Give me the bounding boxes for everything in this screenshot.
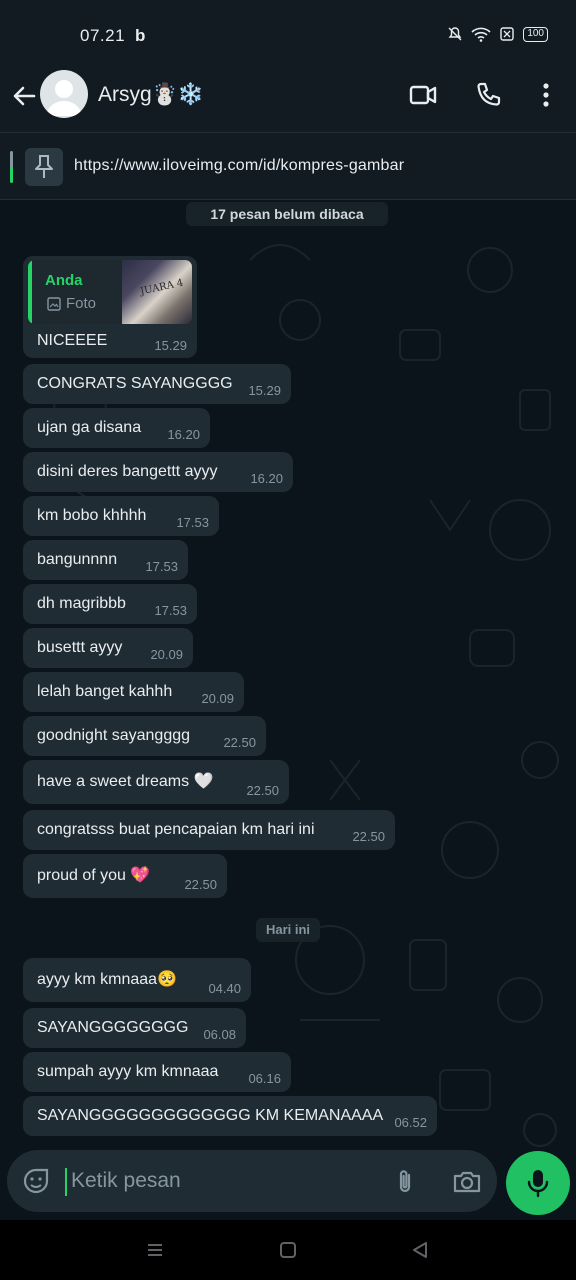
message-time: 17.53 — [176, 515, 209, 530]
voice-record-button[interactable] — [506, 1151, 570, 1215]
message-time: 16.20 — [167, 427, 200, 442]
message-bubble[interactable]: busettt ayyy 20.09 — [23, 628, 193, 668]
pinned-message-bar[interactable]: https://www.iloveimg.com/id/kompres-gamb… — [0, 132, 576, 200]
camera-icon[interactable] — [451, 1167, 483, 1197]
quote-author: Anda — [45, 272, 83, 289]
battery-indicator: 100 — [523, 26, 548, 42]
mute-icon — [448, 27, 462, 41]
message-text: dh magribbb — [37, 595, 126, 612]
message-text: lelah banget kahhh — [37, 683, 173, 700]
message-time: 20.09 — [150, 647, 183, 662]
contact-name[interactable]: Arsyg☃️❄️ — [98, 83, 204, 107]
message-text: ayyy km kmnaaa🥺 — [37, 971, 177, 988]
message-bubble[interactable]: ujan ga disana 16.20 — [23, 408, 210, 448]
message-bubble[interactable]: bangunnnn 17.53 — [23, 540, 188, 580]
message-time: 06.08 — [203, 1027, 236, 1042]
quote-accent-bar — [28, 260, 32, 324]
message-text: CONGRATS SAYANGGGG — [37, 375, 233, 392]
message-text: disini deres bangettt ayyy — [37, 463, 218, 480]
chat-header: Arsyg☃️❄️ — [0, 64, 576, 132]
message-bubble[interactable]: SAYANGGGGGGGG 06.08 — [23, 1008, 246, 1048]
message-text: sumpah ayyy km kmnaaa — [37, 1063, 219, 1080]
message-bubble[interactable]: proud of you 💖 22.50 — [23, 854, 227, 898]
message-bubble[interactable]: SAYANGGGGGGGGGGGGG KM KEMANAAAA 06.52 — [23, 1096, 437, 1136]
message-time: 22.50 — [184, 877, 217, 892]
video-call-icon[interactable] — [408, 80, 438, 110]
back-arrow-icon[interactable] — [10, 82, 38, 110]
home-icon[interactable] — [276, 1238, 300, 1262]
message-bubble[interactable]: goodnight sayangggg 22.50 — [23, 716, 266, 756]
voice-call-icon[interactable] — [474, 80, 504, 110]
more-options-icon[interactable] — [531, 80, 561, 110]
message-input-placeholder[interactable]: Ketik pesan — [71, 1169, 181, 1193]
message-time: 22.50 — [246, 783, 279, 798]
recent-apps-icon[interactable] — [143, 1238, 167, 1262]
status-icons: 100 — [447, 26, 548, 42]
message-bubble[interactable]: disini deres bangettt ayyy 16.20 — [23, 452, 293, 492]
message-text: SAYANGGGGGGGG — [37, 1019, 189, 1036]
message-bubble[interactable]: sumpah ayyy km kmnaaa 06.16 — [23, 1052, 291, 1092]
message-text: km bobo khhhh — [37, 507, 147, 524]
message-text: ujan ga disana — [37, 419, 142, 436]
status-time: 07.21 — [80, 26, 126, 45]
thumbnail-caption: JUARA 4 — [139, 277, 185, 298]
quote-thumbnail: JUARA 4 — [122, 260, 192, 324]
text-caret — [65, 1168, 67, 1196]
message-bubble[interactable]: lelah banget kahhh 20.09 — [23, 672, 244, 712]
message-text: bangunnnn — [37, 551, 118, 568]
microphone-icon — [527, 1170, 549, 1198]
date-chip: Hari ini — [256, 918, 320, 942]
message-text: proud of you 💖 — [37, 867, 151, 884]
message-bubble[interactable]: have a sweet dreams 🤍 22.50 — [23, 760, 289, 804]
avatar[interactable] — [40, 70, 88, 118]
sticker-emoji-icon[interactable] — [21, 1166, 51, 1196]
message-bubble[interactable]: CONGRATS SAYANGGGG 15.29 — [23, 364, 291, 404]
message-time: 16.20 — [250, 471, 283, 486]
unread-banner: 17 pesan belum dibaca — [186, 202, 388, 226]
message-time: 04.40 — [208, 981, 241, 996]
message-bubble[interactable]: km bobo khhhh 17.53 — [23, 496, 219, 536]
pinned-message-text: https://www.iloveimg.com/id/kompres-gamb… — [74, 157, 405, 174]
message-time: 17.53 — [145, 559, 178, 574]
photo-icon — [47, 296, 61, 311]
message-text: busettt ayyy — [37, 639, 123, 656]
system-nav-bar — [0, 1220, 576, 1280]
message-time: 20.09 — [201, 691, 234, 706]
quote-type-label: Foto — [66, 295, 97, 312]
message-text: have a sweet dreams 🤍 — [37, 773, 214, 790]
message-time: 06.52 — [394, 1115, 427, 1130]
message-time: 17.53 — [154, 603, 187, 618]
message-time: 06.16 — [248, 1071, 281, 1086]
default-avatar-icon — [46, 80, 82, 116]
wifi-icon — [471, 27, 491, 42]
paperclip-icon[interactable] — [390, 1167, 420, 1197]
message-bubble[interactable]: dh magribbb 17.53 — [23, 584, 197, 624]
message-time: 22.50 — [223, 735, 256, 750]
sim-icon — [500, 27, 515, 41]
message-bubble[interactable]: congratsss buat pencapaian km hari ini 22… — [23, 810, 395, 850]
message-text: SAYANGGGGGGGGGGGGG KM KEMANAAAA — [37, 1107, 384, 1124]
quote-type: Foto — [47, 295, 96, 312]
message-bubble[interactable]: ayyy km kmnaaa🥺 04.40 — [23, 958, 251, 1002]
message-composer: Ketik pesan — [0, 1148, 576, 1220]
message-time: 15.29 — [248, 383, 281, 398]
message-input[interactable]: Ketik pesan — [7, 1150, 497, 1212]
chat-area[interactable]: 17 pesan belum dibaca Anda Foto JUARA 4 … — [0, 200, 576, 1220]
status-app-indicator: b — [135, 26, 146, 45]
message-text: NICEEEE — [37, 332, 108, 349]
message-text: congratsss buat pencapaian km hari ini — [37, 821, 315, 838]
reply-message-bubble[interactable]: Anda Foto JUARA 4 NICEEEE 15.29 — [23, 256, 197, 358]
pinned-indicator — [10, 151, 13, 183]
message-time: 22.50 — [352, 829, 385, 844]
quoted-message[interactable]: Anda Foto JUARA 4 — [28, 260, 192, 324]
message-time: 15.29 — [154, 338, 187, 353]
nav-back-icon[interactable] — [408, 1238, 432, 1262]
pin-icon-box — [25, 148, 63, 186]
message-text: goodnight sayangggg — [37, 727, 191, 744]
pin-icon — [35, 155, 53, 178]
status-bar: 07.21 b 100 — [0, 0, 576, 64]
